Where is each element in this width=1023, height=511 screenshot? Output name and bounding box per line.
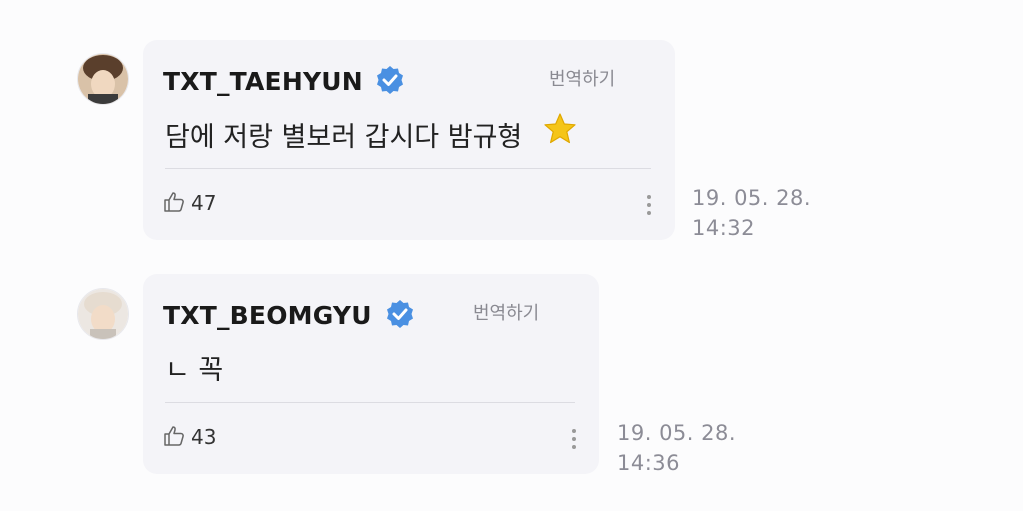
- like-count: 43: [191, 425, 217, 449]
- verified-icon: [387, 300, 413, 328]
- avatar-beomgyu[interactable]: [77, 288, 129, 340]
- star-emoji: [544, 113, 576, 144]
- timestamp-date: 19. 05. 28.: [692, 186, 812, 210]
- translate-button[interactable]: 번역하기: [473, 299, 539, 325]
- comment-timestamp: 19. 05. 28. 14:36: [617, 418, 736, 478]
- comment-username[interactable]: TXT_TAEHYUN: [163, 67, 363, 96]
- timestamp-date: 19. 05. 28.: [617, 421, 737, 445]
- more-vertical-icon[interactable]: [646, 194, 652, 216]
- more-vertical-icon[interactable]: [571, 428, 577, 450]
- timestamp-time: 14:36: [617, 451, 681, 475]
- verified-icon: [377, 66, 403, 94]
- like-count: 47: [191, 191, 217, 215]
- timestamp-time: 14:32: [692, 216, 756, 240]
- comment-card: TXT_TAEHYUN 번역하기 담에 저랑 별보러 갑시다 밤규형 47: [143, 40, 675, 240]
- avatar-taehyun[interactable]: [77, 53, 129, 105]
- comment-card: TXT_BEOMGYU 번역하기 ㄴ 꼭 43: [143, 274, 599, 474]
- translate-button[interactable]: 번역하기: [549, 65, 615, 91]
- comment-message: 담에 저랑 별보러 갑시다 밤규형: [165, 122, 523, 153]
- card-divider: [165, 402, 575, 403]
- card-divider: [165, 168, 651, 169]
- comment-message: ㄴ 꼭: [165, 355, 224, 386]
- comment-timestamp: 19. 05. 28. 14:32: [692, 183, 811, 243]
- comment-username[interactable]: TXT_BEOMGYU: [163, 301, 372, 330]
- thumbs-up-icon[interactable]: [162, 424, 186, 448]
- thumbs-up-icon[interactable]: [162, 190, 186, 214]
